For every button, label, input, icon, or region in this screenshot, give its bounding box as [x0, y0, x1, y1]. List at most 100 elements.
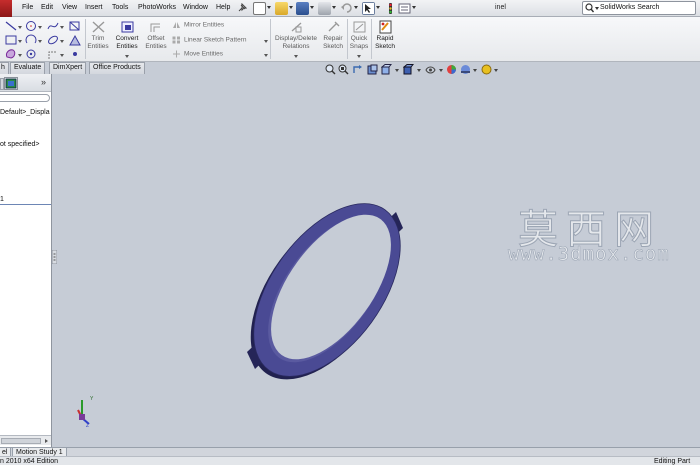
offset-entities-icon	[150, 23, 160, 32]
ring-part[interactable]	[221, 178, 429, 406]
move-entities-label: Move Entities	[184, 50, 224, 58]
open-dropdown-icon[interactable]	[289, 6, 293, 9]
save-dropdown-icon[interactable]	[310, 6, 314, 9]
offset-entities-button[interactable]: Offset Entities	[144, 20, 168, 51]
mirror-entities-icon	[173, 22, 180, 28]
undo-dropdown-icon[interactable]	[354, 6, 358, 9]
linear-sketch-pattern-button[interactable]: Linear Sketch Pattern	[172, 36, 247, 44]
undo-icon[interactable]	[340, 2, 353, 15]
print-icon[interactable]	[318, 2, 331, 15]
display-manager-tab[interactable]	[4, 77, 18, 90]
scrollbar-thumb[interactable]	[1, 438, 41, 444]
display-delete-relations-label: Display/Delete Relations	[275, 35, 317, 50]
menu-photoworks[interactable]: PhotoWorks	[138, 4, 176, 11]
print-dropdown-icon[interactable]	[332, 6, 336, 9]
display-style-dropdown-icon[interactable]	[417, 69, 421, 72]
pattern-dropdown-icon[interactable]	[264, 40, 268, 43]
convert-entities-icon	[121, 21, 133, 33]
smart-dimension-icon[interactable]	[69, 20, 81, 32]
menu-tools[interactable]: Tools	[112, 4, 128, 11]
separator	[371, 19, 372, 59]
circle-dropdown-icon[interactable]	[38, 26, 42, 29]
spline-dropdown-icon[interactable]	[60, 26, 64, 29]
rectangle-dropdown-icon[interactable]	[18, 40, 22, 43]
polygon-dropdown-icon[interactable]	[18, 54, 22, 57]
menu-help[interactable]: Help	[216, 4, 230, 11]
quick-snaps-button[interactable]: Quick Snaps	[348, 20, 370, 51]
open-icon[interactable]	[275, 2, 288, 15]
point-icon[interactable]	[25, 48, 37, 60]
status-version: n 2010 x64 Edition	[0, 458, 58, 465]
menu-edit[interactable]: Edit	[41, 4, 53, 11]
circle-icon[interactable]	[25, 20, 37, 32]
tree-item-sketch[interactable]: 1	[0, 196, 4, 203]
tab-sketch-label: h	[1, 64, 5, 71]
trim-entities-icon	[92, 21, 104, 33]
new-document-icon[interactable]	[253, 2, 266, 15]
convert-dropdown-icon[interactable]	[125, 55, 129, 58]
display-delete-relations-button[interactable]: Display/Delete Relations	[273, 20, 319, 51]
rebuild-icon[interactable]	[384, 2, 397, 15]
quick-snaps-icon	[353, 21, 365, 33]
tab-motion-study-label: Motion Study 1	[16, 449, 63, 456]
tab-office-products[interactable]: Office Products	[89, 62, 145, 74]
horizontal-scrollbar[interactable]	[0, 435, 51, 445]
menu-file[interactable]: File	[22, 4, 33, 11]
move-entities-button[interactable]: Move Entities	[172, 50, 223, 58]
centerline-dropdown-icon[interactable]	[60, 54, 64, 57]
new-dropdown-icon[interactable]	[267, 6, 271, 9]
options-dropdown-icon[interactable]	[412, 6, 416, 9]
spline-icon[interactable]	[47, 20, 59, 32]
tab-evaluate[interactable]: Evaluate	[10, 62, 46, 74]
options-icon[interactable]	[398, 2, 411, 15]
relations-dropdown-icon[interactable]	[294, 55, 298, 58]
view-settings-dropdown-icon[interactable]	[494, 69, 498, 72]
menu-view[interactable]: View	[62, 4, 77, 11]
arc-icon[interactable]	[25, 34, 37, 46]
pin-icon[interactable]	[237, 3, 247, 13]
hide-show-dropdown-icon[interactable]	[439, 69, 443, 72]
menu-window[interactable]: Window	[183, 4, 208, 11]
feature-manager-panel: » Default>_Displa ot specified> 1	[0, 74, 52, 447]
search-input[interactable]: SolidWorks Search	[582, 1, 696, 15]
ellipse-icon[interactable]	[47, 34, 59, 46]
convert-entities-label: Convert Entities	[115, 35, 139, 50]
arc-dropdown-icon[interactable]	[38, 40, 42, 43]
scroll-right-arrow-icon[interactable]	[45, 439, 48, 443]
sketch-point-icon[interactable]	[71, 50, 83, 62]
svg-text:Y: Y	[90, 396, 94, 402]
svg-text:Z: Z	[86, 423, 89, 429]
tree-item-display-state[interactable]: Default>_Displa	[0, 109, 50, 116]
search-dropdown-icon[interactable]	[595, 7, 599, 10]
apply-scene-dropdown-icon[interactable]	[473, 69, 477, 72]
line-dropdown-icon[interactable]	[18, 26, 22, 29]
select-dropdown-icon[interactable]	[376, 6, 380, 9]
move-dropdown-icon[interactable]	[264, 54, 268, 57]
quick-snaps-dropdown-icon[interactable]	[357, 55, 361, 58]
sketch-fillet-icon[interactable]	[69, 34, 81, 46]
rollback-bar[interactable]	[0, 204, 51, 205]
repair-sketch-button[interactable]: Repair Sketch	[321, 20, 345, 51]
mirror-entities-button[interactable]: Mirror Entities	[172, 21, 224, 29]
tab-office-products-label: Office Products	[93, 64, 141, 71]
rapid-sketch-button[interactable]: Rapid Sketch	[373, 20, 397, 51]
save-icon[interactable]	[296, 2, 309, 15]
polygon-icon[interactable]	[5, 48, 17, 60]
select-icon[interactable]	[362, 2, 375, 15]
line-icon[interactable]	[5, 20, 17, 32]
menu-insert[interactable]: Insert	[85, 4, 103, 11]
convert-entities-button[interactable]: Convert Entities	[113, 20, 141, 51]
view-orientation-dropdown-icon[interactable]	[395, 69, 399, 72]
trim-entities-button[interactable]: Trim Entities	[86, 20, 110, 51]
tab-sketch[interactable]: h	[0, 62, 9, 74]
menu-bar: File Edit View Insert Tools PhotoWorks W…	[0, 0, 700, 17]
tab-dimxpert[interactable]: DimXpert	[49, 62, 87, 74]
tree-filter-input[interactable]	[0, 94, 50, 102]
centerline-icon[interactable]	[47, 48, 59, 60]
status-editing-mode: Editing Part	[654, 458, 691, 465]
tree-item-material[interactable]: ot specified>	[0, 141, 40, 148]
rectangle-icon[interactable]	[5, 34, 17, 46]
solidworks-logo[interactable]	[0, 0, 12, 17]
more-tabs-icon[interactable]: »	[41, 77, 46, 87]
ellipse-dropdown-icon[interactable]	[60, 40, 64, 43]
